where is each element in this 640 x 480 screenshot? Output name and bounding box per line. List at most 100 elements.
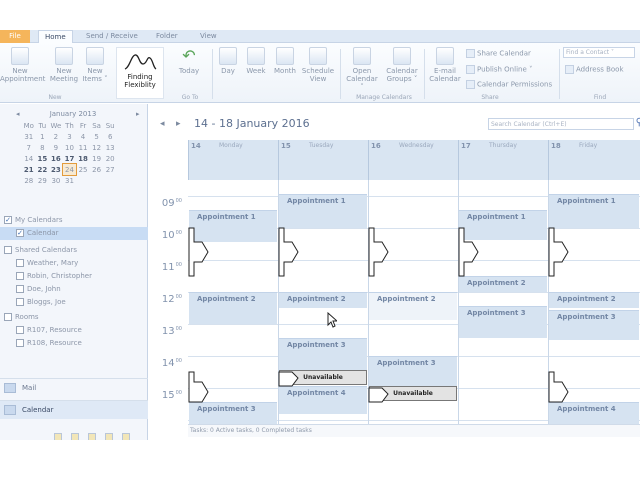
mini-day[interactable]: 27: [103, 164, 117, 175]
mouse-pointer-icon: [327, 312, 337, 328]
checkbox-checked[interactable]: ✓: [16, 229, 24, 237]
mini-day[interactable]: [76, 175, 90, 186]
tab-view[interactable]: View: [194, 30, 223, 43]
mini-day[interactable]: 11: [76, 142, 90, 153]
tab-send-receive[interactable]: Send / Receive: [80, 30, 144, 43]
tree-item-shared[interactable]: Doe, John: [0, 283, 148, 296]
mini-day[interactable]: 28: [22, 175, 36, 186]
publish-online-button[interactable]: Publish Online ˅: [466, 65, 532, 74]
checkbox[interactable]: [16, 298, 24, 306]
mini-day[interactable]: 20: [103, 153, 117, 164]
nav-mail-button[interactable]: Mail: [0, 378, 148, 397]
search-calendar-input[interactable]: Search Calendar (Ctrl+E) ⚲: [488, 117, 640, 130]
mini-day[interactable]: 6: [103, 131, 117, 142]
calendar-groups-button[interactable]: Calendar Groups ˅: [382, 47, 422, 83]
mini-day[interactable]: 8: [36, 142, 50, 153]
day-header-tuesday[interactable]: 15 Tuesday: [278, 140, 368, 180]
mini-day[interactable]: 19: [90, 153, 104, 164]
checkbox[interactable]: [16, 285, 24, 293]
find-contact-input[interactable]: Find a Contact ˅: [563, 47, 635, 58]
tab-folder[interactable]: Folder: [150, 30, 184, 43]
notes-icon[interactable]: [88, 433, 97, 440]
mini-day[interactable]: 10: [63, 142, 77, 153]
mini-day[interactable]: 5: [90, 131, 104, 142]
mini-day[interactable]: 13: [103, 142, 117, 153]
folder-icon[interactable]: [105, 433, 114, 440]
week-view-button[interactable]: Week: [244, 47, 268, 75]
tree-item-calendar[interactable]: ✓ Calendar: [0, 227, 148, 240]
new-items-button[interactable]: New Items ˅: [80, 47, 110, 83]
new-meeting-button[interactable]: New Meeting: [48, 47, 80, 83]
month-view-button[interactable]: Month: [272, 47, 298, 75]
mini-day[interactable]: 14: [22, 153, 36, 164]
checkbox[interactable]: [16, 339, 24, 347]
mini-day[interactable]: 25: [76, 164, 90, 175]
mini-day[interactable]: [90, 175, 104, 186]
mini-day-today[interactable]: 24: [61, 163, 78, 176]
day-header-monday[interactable]: 14 Monday: [188, 140, 278, 180]
mini-day[interactable]: 12: [90, 142, 104, 153]
mini-day[interactable]: 1: [36, 131, 50, 142]
share-icon: [466, 49, 475, 58]
email-calendar-button[interactable]: E-mail Calendar: [428, 47, 462, 83]
bracket-marker-icon: [548, 227, 569, 277]
nav-calendar-button[interactable]: Calendar: [0, 400, 148, 419]
new-appointment-button[interactable]: New Appointment: [0, 47, 45, 83]
search-icon[interactable]: ⚲: [636, 117, 640, 128]
share-calendar-button[interactable]: Share Calendar: [466, 49, 531, 58]
mini-day[interactable]: 3: [63, 131, 77, 142]
mini-day[interactable]: 26: [90, 164, 104, 175]
mini-day[interactable]: 31: [22, 131, 36, 142]
checkbox[interactable]: [4, 246, 12, 254]
mini-day[interactable]: 9: [49, 142, 63, 153]
day-view-button[interactable]: Day: [216, 47, 240, 75]
checkbox[interactable]: [16, 326, 24, 334]
mini-day[interactable]: 31: [63, 175, 77, 186]
schedule-view-button[interactable]: Schedule View: [300, 47, 336, 83]
shortcuts-icon[interactable]: [122, 433, 131, 440]
tab-file[interactable]: File: [0, 30, 30, 43]
tree-group-rooms[interactable]: Rooms: [0, 311, 148, 324]
mini-prev-month-button[interactable]: ◂: [16, 110, 20, 118]
mini-day[interactable]: 18: [76, 153, 90, 164]
tree-item-shared[interactable]: Robin, Christopher: [0, 270, 148, 283]
tree-item-room[interactable]: R108, Resource: [0, 337, 148, 350]
checkbox[interactable]: [16, 272, 24, 280]
day-header-thursday[interactable]: 17 Thursday: [458, 140, 548, 180]
mini-day[interactable]: 7: [22, 142, 36, 153]
day-header-friday[interactable]: 18 Friday: [548, 140, 640, 180]
contacts-icon[interactable]: [54, 433, 62, 440]
next-week-button[interactable]: ▸: [176, 119, 181, 129]
tree-group-shared-calendars[interactable]: Shared Calendars: [0, 244, 148, 257]
mini-day[interactable]: 21: [22, 164, 36, 175]
tab-home[interactable]: Home: [38, 30, 73, 43]
ribbon-separator: [559, 49, 560, 99]
checkbox-checked[interactable]: ✓: [4, 216, 12, 224]
checkbox[interactable]: [16, 259, 24, 267]
today-button[interactable]: ↶ Today: [172, 47, 206, 76]
address-book-button[interactable]: Address Book: [565, 65, 624, 74]
tree-item-room[interactable]: R107, Resource: [0, 324, 148, 337]
day-header-wednesday[interactable]: 16 Wednesday: [368, 140, 458, 180]
tree-group-my-calendars[interactable]: ✓ My Calendars: [0, 214, 148, 227]
mini-day[interactable]: 4: [76, 131, 90, 142]
open-calendar-button[interactable]: Open Calendar ˅: [344, 47, 380, 91]
mini-day[interactable]: 29: [36, 175, 50, 186]
finding-flexibility-button[interactable]: Finding Flexiblity: [116, 47, 164, 99]
tree-item-shared[interactable]: Weather, Mary: [0, 257, 148, 270]
mini-day[interactable]: 17: [63, 153, 77, 164]
previous-week-button[interactable]: ◂: [160, 119, 165, 129]
week-grid[interactable]: Appointment 1 Appointment 2 Appointment …: [188, 180, 640, 424]
mini-day[interactable]: 22: [36, 164, 50, 175]
mini-day[interactable]: [103, 175, 117, 186]
mini-day[interactable]: 30: [49, 175, 63, 186]
calendar-permissions-button[interactable]: Calendar Permissions: [466, 80, 552, 89]
tree-item-shared[interactable]: Bloggs, Joe: [0, 296, 148, 309]
checkbox[interactable]: [4, 313, 12, 321]
mini-day[interactable]: 2: [49, 131, 63, 142]
mini-day[interactable]: 16: [49, 153, 63, 164]
tasks-icon[interactable]: [71, 433, 80, 440]
mini-day[interactable]: 15: [36, 153, 50, 164]
mini-next-month-button[interactable]: ▸: [136, 110, 140, 118]
mini-day[interactable]: 23: [49, 164, 63, 175]
